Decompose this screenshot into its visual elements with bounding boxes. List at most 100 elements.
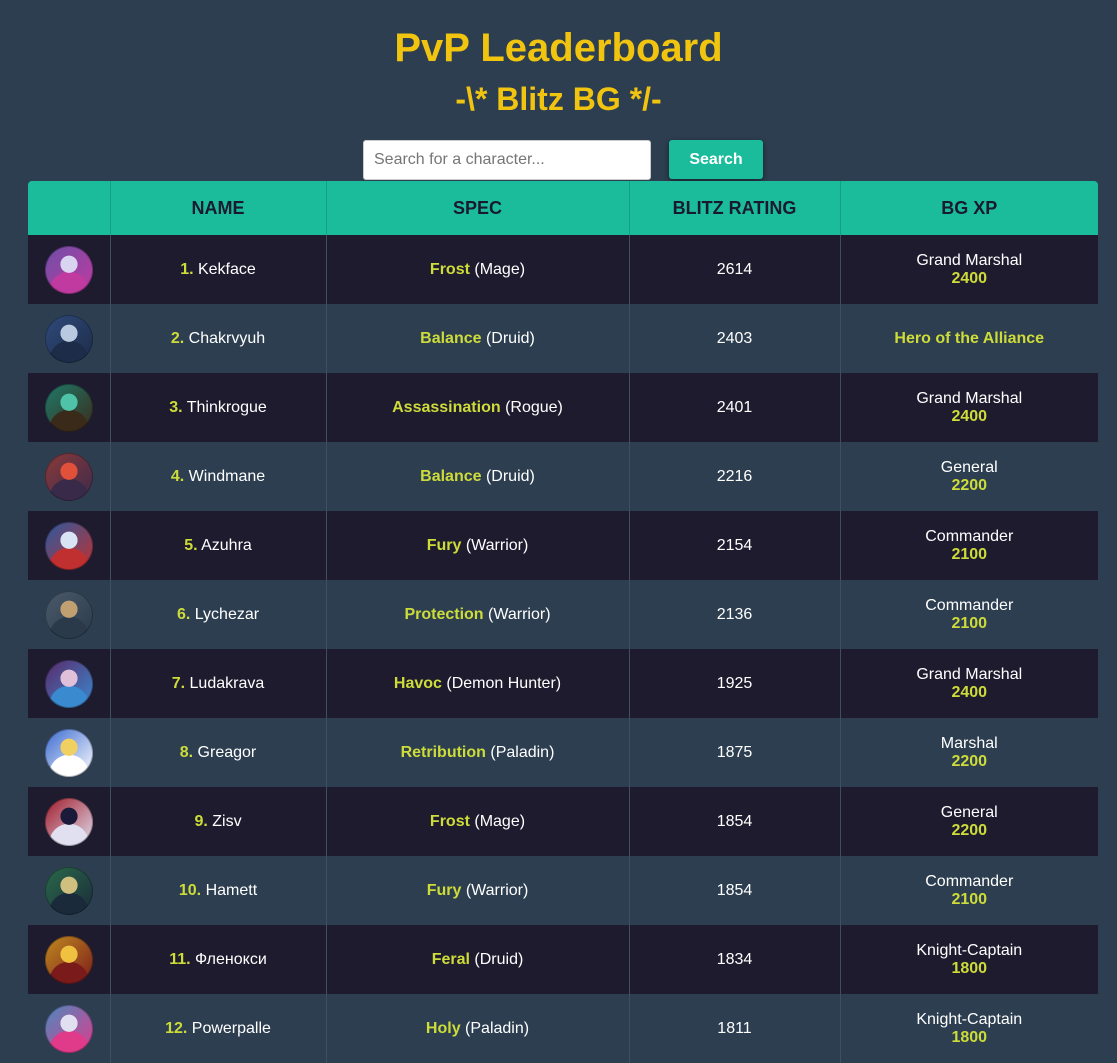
name-cell: 6. Lychezar <box>110 580 327 649</box>
bg-xp-value: 2200 <box>951 752 988 770</box>
spec-cell: Assassination (Rogue) <box>326 373 630 442</box>
avatar-cell <box>28 994 111 1063</box>
bg-xp-cell: Marshal 2200 <box>840 718 1098 787</box>
class-name: (Paladin) <box>465 1019 530 1037</box>
table-row[interactable]: 9. Zisv Frost (Mage) 1854 General 2200 <box>28 787 1098 856</box>
bg-xp-title: Knight-Captain <box>916 941 1023 959</box>
table-row[interactable]: 1. Kekface Frost (Mage) 2614 Grand Marshal 2… <box>28 235 1098 304</box>
spec-name: Protection <box>404 605 484 623</box>
character-name[interactable]: Kekface <box>198 261 256 278</box>
class-name: (Rogue) <box>505 398 563 416</box>
avatar-cell <box>28 580 111 649</box>
bg-xp-cell: General 2200 <box>840 787 1098 856</box>
avatar[interactable] <box>44 935 93 984</box>
rank-number: 9. <box>194 812 208 830</box>
page-subtitle: -\* Blitz BG */- <box>455 81 662 117</box>
table-row[interactable]: 12. Powerpalle Holy (Paladin) 1811 Knight-C… <box>28 994 1098 1063</box>
rank-number: 3. <box>169 398 183 416</box>
search-input[interactable] <box>363 140 651 180</box>
avatar[interactable] <box>44 452 93 501</box>
column-header-spec[interactable]: SPEC <box>326 181 630 235</box>
character-name[interactable]: Chakrvyuh <box>189 330 265 347</box>
character-name[interactable]: Lychezar <box>195 606 259 623</box>
character-name[interactable]: Powerpalle <box>192 1020 271 1037</box>
bg-xp-title: Grand Marshal <box>916 389 1023 407</box>
avatar[interactable] <box>44 245 93 294</box>
table-row[interactable]: 3. Thinkrogue Assassination (Rogue) 2401 Gr… <box>28 373 1098 442</box>
column-header-name[interactable]: NAME <box>110 181 327 235</box>
bg-xp-value: 2400 <box>951 407 988 425</box>
bg-xp-title: Grand Marshal <box>916 665 1023 683</box>
spec-name: Balance <box>420 467 482 485</box>
character-name[interactable]: Azuhra <box>201 537 252 554</box>
bg-xp-cell: Grand Marshal 2400 <box>840 373 1098 442</box>
table-row[interactable]: 5. Azuhra Fury (Warrior) 2154 Commander 2100 <box>28 511 1098 580</box>
avatar[interactable] <box>44 521 93 570</box>
spec-name: Balance <box>420 329 482 347</box>
bg-xp-value: 2200 <box>951 821 988 839</box>
rank-number: 7. <box>171 674 186 692</box>
character-name[interactable]: Thinkrogue <box>187 399 267 416</box>
column-header-avatar <box>28 181 111 235</box>
bg-xp-cell: Knight-Captain 1800 <box>840 925 1098 994</box>
table-row[interactable]: 7. Ludakrava Havoc (Demon Hunter) 1925 Gran… <box>28 649 1098 718</box>
spec-name: Retribution <box>400 743 486 761</box>
table-row[interactable]: 6. Lychezar Protection (Warrior) 2136 Comma… <box>28 580 1098 649</box>
spec-cell: Havoc (Demon Hunter) <box>326 649 630 718</box>
spec-cell: Retribution (Paladin) <box>326 718 630 787</box>
name-cell: 11. Фленокси <box>110 925 327 994</box>
avatar[interactable] <box>44 797 93 846</box>
column-header-rating[interactable]: BLITZ RATING <box>629 181 841 235</box>
bg-xp-cell: General 2200 <box>840 442 1098 511</box>
bg-xp-value: 1800 <box>951 959 988 977</box>
spec-cell: Fury (Warrior) <box>326 856 630 925</box>
avatar[interactable] <box>44 866 93 915</box>
avatar-cell <box>28 649 111 718</box>
avatar[interactable] <box>44 659 93 708</box>
bg-xp-cell: Grand Marshal 2400 <box>840 235 1098 304</box>
class-name: (Druid) <box>485 329 535 347</box>
name-cell: 9. Zisv <box>110 787 327 856</box>
name-cell: 7. Ludakrava <box>110 649 327 718</box>
avatar-cell <box>28 718 111 787</box>
bg-xp-cell: Grand Marshal 2400 <box>840 649 1098 718</box>
table-row[interactable]: 10. Hamett Fury (Warrior) 1854 Commander 210… <box>28 856 1098 925</box>
name-cell: 1. Kekface <box>110 235 327 304</box>
character-name[interactable]: Greagor <box>198 744 257 761</box>
bg-xp-title: Commander <box>925 872 1014 890</box>
character-name[interactable]: Zisv <box>212 813 241 830</box>
class-name: (Warrior) <box>465 881 529 899</box>
spec-cell: Holy (Paladin) <box>326 994 630 1063</box>
rating-cell: 2614 <box>629 235 841 304</box>
avatar[interactable] <box>44 590 93 639</box>
bg-xp-cell: Commander 2100 <box>840 856 1098 925</box>
avatar-cell <box>28 373 111 442</box>
bg-xp-value: 2400 <box>951 269 988 287</box>
spec-cell: Frost (Mage) <box>326 235 630 304</box>
character-name[interactable]: Ludakrava <box>190 675 265 692</box>
table-row[interactable]: 8. Greagor Retribution (Paladin) 1875 Marsh… <box>28 718 1098 787</box>
rating-cell: 1875 <box>629 718 841 787</box>
avatar[interactable] <box>44 1004 93 1053</box>
search-button[interactable]: Search <box>669 140 763 179</box>
avatar[interactable] <box>44 383 93 432</box>
class-name: (Mage) <box>474 260 526 278</box>
name-cell: 3. Thinkrogue <box>110 373 327 442</box>
spec-name: Frost <box>429 812 470 830</box>
table-row[interactable]: 11. Фленокси Feral (Druid) 1834 Knight-Capt… <box>28 925 1098 994</box>
rank-number: 4. <box>170 467 185 485</box>
spec-name: Frost <box>429 260 470 278</box>
character-name[interactable]: Hamett <box>206 882 258 899</box>
table-row[interactable]: 4. Windmane Balance (Druid) 2216 General 220… <box>28 442 1098 511</box>
rating-cell: 1811 <box>629 994 841 1063</box>
character-name[interactable]: Windmane <box>189 468 265 485</box>
avatar[interactable] <box>44 314 93 363</box>
class-name: (Druid) <box>474 950 524 968</box>
class-name: (Warrior) <box>465 536 529 554</box>
name-cell: 5. Azuhra <box>110 511 327 580</box>
table-row[interactable]: 2. Chakrvyuh Balance (Druid) 2403 Hero of t… <box>28 304 1098 373</box>
avatar[interactable] <box>44 728 93 777</box>
column-header-bg-xp[interactable]: BG XP <box>840 181 1098 235</box>
character-name[interactable]: Фленокси <box>195 951 267 968</box>
spec-cell: Feral (Druid) <box>326 925 630 994</box>
